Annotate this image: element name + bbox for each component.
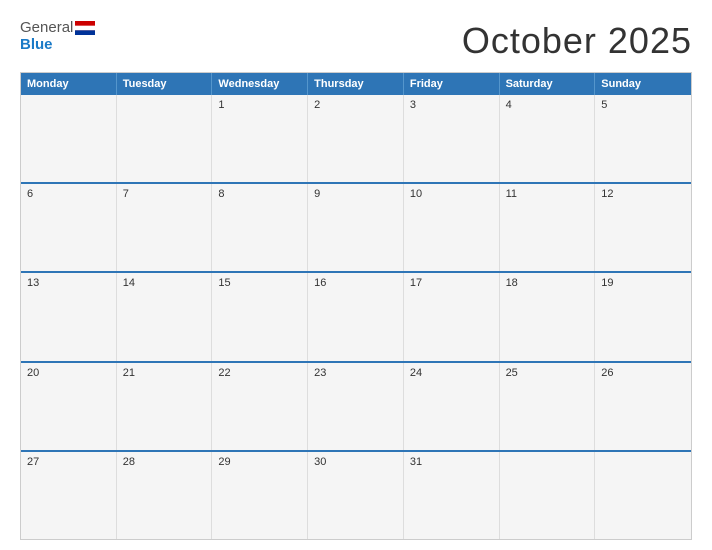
day-cell: 16: [308, 273, 404, 360]
day-header: Sunday: [595, 73, 691, 95]
day-cell: 30: [308, 452, 404, 539]
day-number: 2: [314, 99, 397, 111]
day-cell: 25: [500, 363, 596, 450]
day-cell: 9: [308, 184, 404, 271]
day-number: 19: [601, 277, 685, 289]
day-number: 27: [27, 456, 110, 468]
day-number: 4: [506, 99, 589, 111]
day-number: 17: [410, 277, 493, 289]
day-header: Tuesday: [117, 73, 213, 95]
calendar-page: General Blue October 2025 MondayTuesdayW…: [0, 0, 712, 550]
week-row: 20 21 22 23 24 25 26: [21, 361, 691, 450]
day-number: 15: [218, 277, 301, 289]
day-number: 3: [410, 99, 493, 111]
day-number: 31: [410, 456, 493, 468]
day-number: 29: [218, 456, 301, 468]
day-cell: 2: [308, 95, 404, 182]
day-cell: 19: [595, 273, 691, 360]
day-number: 8: [218, 188, 301, 200]
day-cell: 21: [117, 363, 213, 450]
logo: General Blue: [20, 20, 95, 53]
day-cell: 18: [500, 273, 596, 360]
header: General Blue October 2025: [20, 20, 692, 62]
logo-blue-text: Blue: [20, 37, 53, 54]
day-cell: [595, 452, 691, 539]
day-cell: 15: [212, 273, 308, 360]
weeks: 1234567891011121314151617181920212223242…: [21, 95, 691, 539]
day-number: 10: [410, 188, 493, 200]
day-header: Thursday: [308, 73, 404, 95]
day-cell: 13: [21, 273, 117, 360]
day-number: 5: [601, 99, 685, 111]
day-cell: 7: [117, 184, 213, 271]
day-number: 25: [506, 367, 589, 379]
week-row: 13 14 15 16 17 18 19: [21, 271, 691, 360]
day-number: 9: [314, 188, 397, 200]
month-title: October 2025: [462, 20, 692, 62]
day-cell: [117, 95, 213, 182]
day-cell: 11: [500, 184, 596, 271]
day-cell: 4: [500, 95, 596, 182]
day-cell: 20: [21, 363, 117, 450]
day-number: 24: [410, 367, 493, 379]
day-cell: 12: [595, 184, 691, 271]
day-number: 22: [218, 367, 301, 379]
logo-flag-icon: [75, 21, 95, 35]
logo-general-text: General: [20, 20, 73, 37]
day-cell: 10: [404, 184, 500, 271]
day-number: 7: [123, 188, 206, 200]
day-number: 30: [314, 456, 397, 468]
day-cell: [500, 452, 596, 539]
week-row: 1 2 3 45: [21, 95, 691, 182]
day-number: 12: [601, 188, 685, 200]
day-cell: 31: [404, 452, 500, 539]
day-cell: 5: [595, 95, 691, 182]
day-cell: 17: [404, 273, 500, 360]
day-headers: MondayTuesdayWednesdayThursdayFridaySatu…: [21, 73, 691, 95]
day-header: Friday: [404, 73, 500, 95]
day-number: 11: [506, 188, 589, 200]
day-cell: 6: [21, 184, 117, 271]
day-number: 1: [218, 99, 301, 111]
day-cell: 3: [404, 95, 500, 182]
day-cell: 8: [212, 184, 308, 271]
day-cell: 14: [117, 273, 213, 360]
day-number: 26: [601, 367, 685, 379]
day-number: 23: [314, 367, 397, 379]
day-number: 13: [27, 277, 110, 289]
day-number: 28: [123, 456, 206, 468]
day-number: 16: [314, 277, 397, 289]
day-cell: [21, 95, 117, 182]
week-row: 27 28 29 30 31: [21, 450, 691, 539]
day-cell: 26: [595, 363, 691, 450]
week-row: 6 78 9 10 11 12: [21, 182, 691, 271]
calendar: MondayTuesdayWednesdayThursdayFridaySatu…: [20, 72, 692, 540]
day-number: 20: [27, 367, 110, 379]
day-cell: 28: [117, 452, 213, 539]
day-number: 14: [123, 277, 206, 289]
day-cell: 27: [21, 452, 117, 539]
day-number: 18: [506, 277, 589, 289]
day-cell: 1: [212, 95, 308, 182]
day-number: 6: [27, 188, 110, 200]
day-header: Monday: [21, 73, 117, 95]
day-cell: 29: [212, 452, 308, 539]
day-header: Saturday: [500, 73, 596, 95]
day-cell: 24: [404, 363, 500, 450]
day-cell: 23: [308, 363, 404, 450]
day-cell: 22: [212, 363, 308, 450]
day-header: Wednesday: [212, 73, 308, 95]
day-number: 21: [123, 367, 206, 379]
